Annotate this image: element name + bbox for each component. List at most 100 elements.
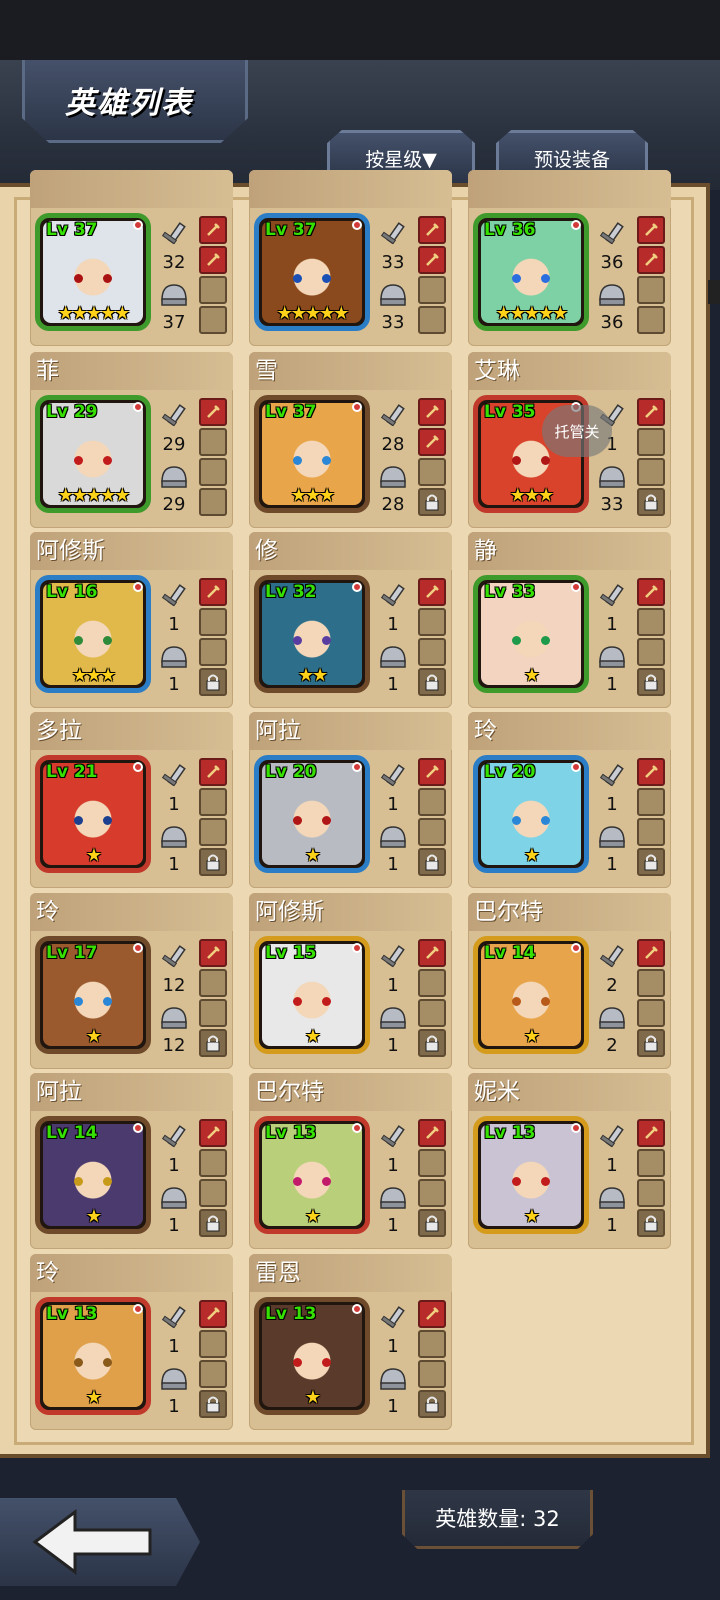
equipped-item-slot[interactable] (418, 578, 446, 606)
hero-portrait[interactable]: Lv 20 ★ (473, 755, 589, 873)
equipped-item-slot[interactable] (418, 939, 446, 967)
empty-equipment-slot[interactable] (199, 788, 227, 816)
empty-equipment-slot[interactable] (637, 1149, 665, 1177)
empty-equipment-slot[interactable] (418, 999, 446, 1027)
hero-card[interactable]: Lv 37 ★★★★★ 33 33 (249, 170, 452, 346)
empty-equipment-slot[interactable] (637, 608, 665, 636)
hero-portrait[interactable]: Lv 13 ★ (35, 1297, 151, 1415)
empty-equipment-slot[interactable] (637, 428, 665, 456)
empty-equipment-slot[interactable] (199, 818, 227, 846)
locked-slot[interactable] (199, 1209, 227, 1237)
locked-slot[interactable] (637, 668, 665, 696)
empty-equipment-slot[interactable] (418, 458, 446, 486)
equipped-item-slot[interactable] (199, 398, 227, 426)
hero-portrait[interactable]: Lv 20 ★ (254, 755, 370, 873)
hero-card[interactable]: Lv 37 ★★★★★ 32 37 (30, 170, 233, 346)
hero-card[interactable]: 玲 Lv 20 ★ 1 1 (468, 712, 671, 888)
locked-slot[interactable] (199, 1029, 227, 1057)
empty-equipment-slot[interactable] (199, 276, 227, 304)
equipped-item-slot[interactable] (199, 216, 227, 244)
equipped-item-slot[interactable] (418, 216, 446, 244)
back-button[interactable] (0, 1498, 200, 1586)
locked-slot[interactable] (418, 1390, 446, 1418)
equipped-item-slot[interactable] (199, 939, 227, 967)
locked-slot[interactable] (418, 488, 446, 516)
equipped-item-slot[interactable] (199, 758, 227, 786)
hero-portrait[interactable]: Lv 32 ★★ (254, 575, 370, 693)
equipped-item-slot[interactable] (637, 578, 665, 606)
empty-equipment-slot[interactable] (199, 306, 227, 334)
hero-portrait[interactable]: Lv 37 ★★★★★ (254, 213, 370, 331)
auto-hosting-toggle[interactable]: 托管关 (542, 405, 612, 457)
empty-equipment-slot[interactable] (637, 276, 665, 304)
hero-card[interactable]: 静 Lv 33 ★ 1 1 (468, 532, 671, 708)
equipped-item-slot[interactable] (637, 246, 665, 274)
empty-equipment-slot[interactable] (637, 969, 665, 997)
hero-card[interactable]: 菲 Lv 29 ★★★★★ 29 29 (30, 352, 233, 528)
locked-slot[interactable] (637, 848, 665, 876)
hero-portrait[interactable]: Lv 37 ★★★★★ (35, 213, 151, 331)
equipped-item-slot[interactable] (637, 1119, 665, 1147)
empty-equipment-slot[interactable] (199, 428, 227, 456)
locked-slot[interactable] (199, 1390, 227, 1418)
hero-card[interactable]: 雪 Lv 37 ★★★ 28 28 (249, 352, 452, 528)
equipped-item-slot[interactable] (637, 758, 665, 786)
empty-equipment-slot[interactable] (418, 969, 446, 997)
empty-equipment-slot[interactable] (418, 638, 446, 666)
empty-equipment-slot[interactable] (637, 638, 665, 666)
equipped-item-slot[interactable] (199, 246, 227, 274)
empty-equipment-slot[interactable] (418, 818, 446, 846)
hero-card[interactable]: 修 Lv 32 ★★ 1 1 (249, 532, 452, 708)
hero-card[interactable]: 雷恩 Lv 13 ★ 1 1 (249, 1254, 452, 1430)
equipped-item-slot[interactable] (199, 1119, 227, 1147)
hero-card[interactable]: 阿修斯 Lv 15 ★ 1 1 (249, 893, 452, 1069)
equipped-item-slot[interactable] (418, 246, 446, 274)
empty-equipment-slot[interactable] (199, 458, 227, 486)
hero-card[interactable]: 巴尔特 Lv 13 ★ 1 1 (249, 1073, 452, 1249)
empty-equipment-slot[interactable] (637, 788, 665, 816)
equipped-item-slot[interactable] (418, 758, 446, 786)
empty-equipment-slot[interactable] (418, 1360, 446, 1388)
empty-equipment-slot[interactable] (418, 788, 446, 816)
hero-portrait[interactable]: Lv 14 ★ (473, 936, 589, 1054)
empty-equipment-slot[interactable] (199, 969, 227, 997)
equipped-item-slot[interactable] (418, 398, 446, 426)
locked-slot[interactable] (637, 1209, 665, 1237)
locked-slot[interactable] (199, 848, 227, 876)
hero-card[interactable]: 阿拉 Lv 20 ★ 1 1 (249, 712, 452, 888)
hero-card[interactable]: 多拉 Lv 21 ★ 1 1 (30, 712, 233, 888)
equipped-item-slot[interactable] (637, 939, 665, 967)
empty-equipment-slot[interactable] (637, 818, 665, 846)
empty-equipment-slot[interactable] (637, 306, 665, 334)
hero-card[interactable]: 阿拉 Lv 14 ★ 1 1 (30, 1073, 233, 1249)
empty-equipment-slot[interactable] (418, 276, 446, 304)
empty-equipment-slot[interactable] (199, 1360, 227, 1388)
locked-slot[interactable] (637, 488, 665, 516)
empty-equipment-slot[interactable] (199, 488, 227, 516)
hero-portrait[interactable]: Lv 21 ★ (35, 755, 151, 873)
hero-card[interactable]: 玲 Lv 17 ★ 12 12 (30, 893, 233, 1069)
empty-equipment-slot[interactable] (418, 1149, 446, 1177)
hero-portrait[interactable]: Lv 13 ★ (254, 1297, 370, 1415)
hero-card[interactable]: 巴尔特 Lv 14 ★ 2 2 (468, 893, 671, 1069)
empty-equipment-slot[interactable] (637, 999, 665, 1027)
hero-portrait[interactable]: Lv 37 ★★★ (254, 395, 370, 513)
locked-slot[interactable] (199, 668, 227, 696)
hero-portrait[interactable]: Lv 17 ★ (35, 936, 151, 1054)
hero-card[interactable]: 玲 Lv 13 ★ 1 1 (30, 1254, 233, 1430)
equipped-item-slot[interactable] (199, 578, 227, 606)
locked-slot[interactable] (637, 1029, 665, 1057)
empty-equipment-slot[interactable] (199, 1179, 227, 1207)
hero-portrait[interactable]: Lv 36 ★★★★★ (473, 213, 589, 331)
locked-slot[interactable] (418, 668, 446, 696)
empty-equipment-slot[interactable] (637, 1179, 665, 1207)
hero-portrait[interactable]: Lv 13 ★ (473, 1116, 589, 1234)
equipped-item-slot[interactable] (418, 428, 446, 456)
empty-equipment-slot[interactable] (637, 458, 665, 486)
empty-equipment-slot[interactable] (199, 608, 227, 636)
empty-equipment-slot[interactable] (418, 1179, 446, 1207)
locked-slot[interactable] (418, 1029, 446, 1057)
empty-equipment-slot[interactable] (418, 306, 446, 334)
empty-equipment-slot[interactable] (199, 1149, 227, 1177)
hero-portrait[interactable]: Lv 13 ★ (254, 1116, 370, 1234)
